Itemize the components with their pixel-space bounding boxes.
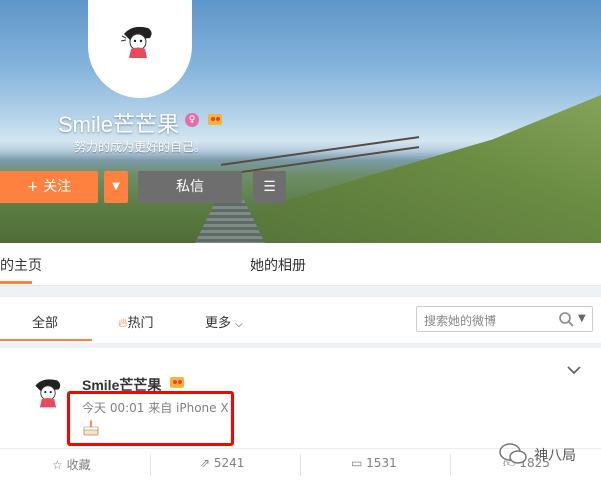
divider bbox=[150, 454, 151, 476]
chevron-down-icon: ⌵ bbox=[235, 319, 243, 330]
profile-username: Smile芒芒果 bbox=[58, 112, 180, 137]
member-icon[interactable]: ♀ bbox=[185, 113, 199, 127]
wechat-icon bbox=[499, 443, 527, 464]
comment-count: 1531 bbox=[366, 456, 397, 470]
repost-icon: ⇗ bbox=[200, 456, 211, 470]
repost-button[interactable]: ⇗ 5241 bbox=[200, 456, 244, 470]
chevron-down-icon: ▼ bbox=[112, 181, 120, 192]
filter-hot[interactable]: 🔥︎热门 bbox=[118, 312, 154, 331]
more-menu-button[interactable]: ☰ bbox=[253, 171, 286, 203]
filter-more-label: 更多 bbox=[205, 316, 232, 331]
profile-bio: 努力的成为更好的自己。 bbox=[74, 140, 207, 154]
follow-button[interactable]: + 关注 bbox=[0, 171, 98, 203]
filter-all[interactable]: 全部 bbox=[32, 312, 58, 331]
search-options-icon[interactable]: ▼ bbox=[578, 313, 586, 324]
active-tab-indicator bbox=[0, 281, 32, 284]
tab-home[interactable]: 的主页 bbox=[0, 255, 42, 275]
favorite-button[interactable]: ☆ 收藏 bbox=[52, 456, 91, 473]
divider bbox=[300, 454, 301, 476]
cover-hill bbox=[240, 95, 601, 243]
active-filter-indicator bbox=[0, 339, 92, 341]
vip-icon[interactable] bbox=[206, 111, 224, 127]
tab-album[interactable]: 她的相册 bbox=[250, 255, 306, 275]
divider bbox=[450, 454, 451, 476]
menu-icon: ☰ bbox=[263, 179, 276, 195]
message-button[interactable]: 私信 bbox=[138, 171, 242, 203]
vip-icon[interactable] bbox=[168, 375, 186, 390]
filter-hot-label: 热门 bbox=[127, 316, 154, 331]
watermark: 神八局 bbox=[498, 440, 598, 468]
chevron-down-icon[interactable] bbox=[566, 364, 582, 376]
comment-icon: ▭ bbox=[351, 456, 363, 470]
follow-dropdown-button[interactable]: ▼ bbox=[104, 171, 128, 203]
post-author-avatar[interactable] bbox=[30, 375, 66, 411]
star-icon: ☆ bbox=[52, 458, 63, 472]
favorite-label: 收藏 bbox=[66, 458, 91, 472]
avatar-image bbox=[120, 26, 152, 58]
search-input[interactable]: 搜索她的微博 bbox=[424, 312, 496, 329]
flame-icon: 🔥︎ bbox=[118, 316, 128, 331]
watermark-text: 神八局 bbox=[534, 448, 576, 464]
search-icon[interactable] bbox=[558, 311, 574, 327]
filter-more[interactable]: 更多 ⌵ bbox=[205, 312, 243, 331]
cover-stairs bbox=[195, 200, 265, 243]
repost-count: 5241 bbox=[213, 456, 245, 470]
comment-button[interactable]: ▭ 1531 bbox=[351, 456, 397, 470]
highlight-box bbox=[67, 391, 234, 446]
